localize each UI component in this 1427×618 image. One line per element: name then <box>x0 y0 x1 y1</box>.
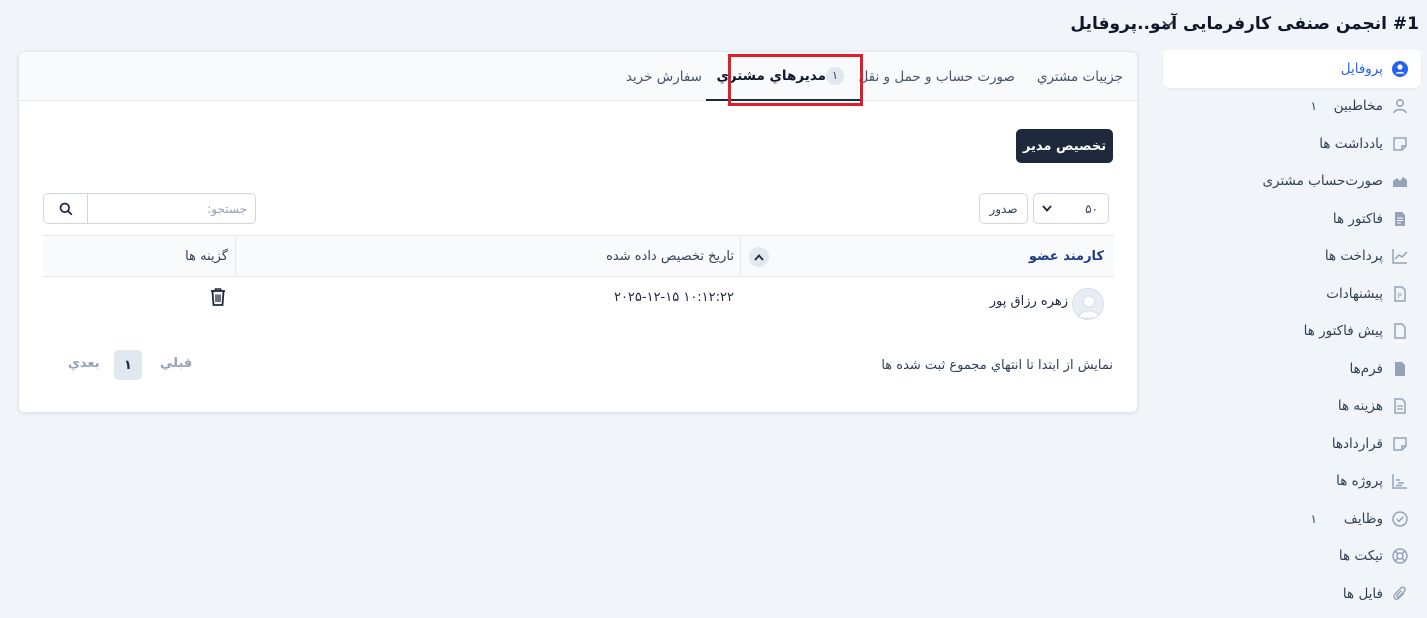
page-size-value: ۵۰ <box>1085 201 1098 216</box>
area-chart-icon <box>1391 172 1409 190</box>
sidebar-item-tasks[interactable]: وظایف ۱ <box>1163 500 1421 538</box>
sidebar-item-label: فاکتور ها <box>1332 210 1383 227</box>
export-button[interactable]: صدور <box>979 193 1028 224</box>
count-badge: ۱ <box>1310 511 1317 526</box>
sidebar-item-contacts[interactable]: مخاطبین ۱ <box>1163 88 1421 126</box>
column-header-date[interactable]: تاریخ تخصیص داده شده <box>606 236 734 276</box>
user-icon <box>1391 97 1409 115</box>
tab-customer-details[interactable]: جزییات مشتري <box>1037 52 1123 101</box>
table-row: زهره رزاق پور ۲۰۲۵-۱۲-۱۵ ۱۰:۱۲:۲۲ <box>43 278 1114 330</box>
search-icon <box>59 202 72 215</box>
sidebar-item-invoices[interactable]: فاکتور ها <box>1163 200 1421 238</box>
check-circle-icon <box>1391 510 1409 528</box>
search-box <box>43 193 256 224</box>
paperclip-icon <box>1391 585 1409 603</box>
avatar[interactable] <box>1072 288 1104 320</box>
pagination-page[interactable]: ۱ <box>114 350 142 380</box>
chevron-down-icon[interactable] <box>1161 14 1175 34</box>
sidebar-item-payments[interactable]: پرداخت ها <box>1163 238 1421 276</box>
chevron-up-icon <box>754 253 764 261</box>
count-badge: ۱ <box>826 66 844 85</box>
sidebar-item-label: مخاطبین <box>1333 98 1383 115</box>
assign-admin-button[interactable]: تخصیص مدیر <box>1016 129 1113 163</box>
form-icon <box>1391 360 1409 378</box>
sort-toggle[interactable] <box>749 247 769 267</box>
sidebar-item-label: فایل ها <box>1342 585 1383 602</box>
sidebar-item-proposals[interactable]: P پیشنهادات <box>1163 275 1421 313</box>
tab-label: جزییات مشتري <box>1036 68 1123 85</box>
contract-icon <box>1391 435 1409 453</box>
count-badge: ۱ <box>1310 99 1317 114</box>
svg-text:P: P <box>1398 292 1402 300</box>
sidebar-item-label: پیشنهادات <box>1326 285 1383 302</box>
column-header-member[interactable]: کارمند عضو <box>1029 236 1104 276</box>
note-icon <box>1391 135 1409 153</box>
sidebar-item-label: هزینه ها <box>1337 398 1383 415</box>
line-chart-icon <box>1391 247 1409 265</box>
page-size-select[interactable]: ۵۰ <box>1033 193 1109 224</box>
pagination-next[interactable]: بعدي <box>68 356 100 371</box>
search-button[interactable] <box>44 194 88 223</box>
search-input[interactable] <box>88 194 255 223</box>
sidebar-item-label: پروژه ها <box>1336 473 1383 490</box>
chart-icon <box>1391 472 1409 490</box>
sidebar-item-estimates[interactable]: پیش فاکتور ها <box>1163 313 1421 351</box>
column-header-options: گزینه ها <box>185 248 228 264</box>
sidebar-item-label: پیش فاکتور ها <box>1303 323 1383 340</box>
document-icon <box>1391 210 1409 228</box>
sidebar-item-files[interactable]: فایل ها <box>1163 575 1421 613</box>
sidebar-item-label: تیکت ها <box>1338 548 1383 565</box>
tab-label: مديرهاي مشتري <box>716 67 826 84</box>
member-name-link[interactable]: زهره رزاق پور <box>990 294 1068 309</box>
sidebar-item-label: وظایف <box>1343 510 1383 527</box>
sidebar-item-projects[interactable]: پروژه ها <box>1163 463 1421 501</box>
tab-purchase-orders[interactable]: سفارش خريد <box>626 52 702 101</box>
date-assigned: ۲۰۲۵-۱۲-۱۵ ۱۰:۱۲:۲۲ <box>613 290 734 305</box>
expense-icon <box>1391 397 1409 415</box>
column-divider <box>235 236 236 276</box>
sidebar-item-contracts[interactable]: قراردادها <box>1163 425 1421 463</box>
pagination-previous[interactable]: قبلي <box>160 356 192 371</box>
sidebar-item-label: قراردادها <box>1331 435 1383 452</box>
column-divider <box>740 236 741 276</box>
sidebar-item-label: صورت‌حساب مشتری <box>1262 173 1383 190</box>
trash-icon[interactable] <box>209 287 227 307</box>
tab-label: صورت حساب و حمل و نقل <box>858 68 1015 85</box>
sidebar-item-notes[interactable]: یادداشت ها <box>1163 125 1421 163</box>
user-circle-icon <box>1391 60 1409 78</box>
sidebar-item-label: پروفایل <box>1340 60 1383 77</box>
content-panel: جزییات مشتري صورت حساب و حمل و نقل مديره… <box>18 51 1138 413</box>
sidebar-item-label: فرم‌ها <box>1349 360 1384 377</box>
sidebar-item-profile[interactable]: پروفایل <box>1163 50 1421 88</box>
sidebar: پروفایل مخاطبین ۱ یادداشت ها صورت‌حساب م… <box>1163 50 1421 613</box>
sidebar-item-statement[interactable]: صورت‌حساب مشتری <box>1163 163 1421 201</box>
sidebar-item-expenses[interactable]: هزینه ها <box>1163 388 1421 426</box>
tab-billing-shipping[interactable]: صورت حساب و حمل و نقل <box>858 52 1015 101</box>
sidebar-item-label: پرداخت ها <box>1324 248 1383 265</box>
table-header: کارمند عضو تاریخ تخصیص داده شده گزینه ها <box>43 235 1114 277</box>
tab-bar: جزییات مشتري صورت حساب و حمل و نقل مديره… <box>19 52 1137 106</box>
tab-label: سفارش خريد <box>625 68 702 85</box>
sidebar-item-forms[interactable]: فرم‌ها <box>1163 350 1421 388</box>
lifebuoy-icon <box>1391 547 1409 565</box>
sidebar-item-label: یادداشت ها <box>1319 135 1383 152</box>
table-info: نمايش از ابتدا تا انتهاي مجموع ثبت شده ه… <box>881 358 1113 373</box>
chevron-down-icon <box>1042 205 1052 212</box>
proposal-icon: P <box>1391 285 1409 303</box>
file-icon <box>1391 322 1409 340</box>
tab-customer-admins[interactable]: مديرهاي مشتري ۱ <box>706 52 862 101</box>
page-title: پروفایل <box>1070 14 1137 34</box>
sidebar-item-tickets[interactable]: تیکت ها <box>1163 538 1421 576</box>
